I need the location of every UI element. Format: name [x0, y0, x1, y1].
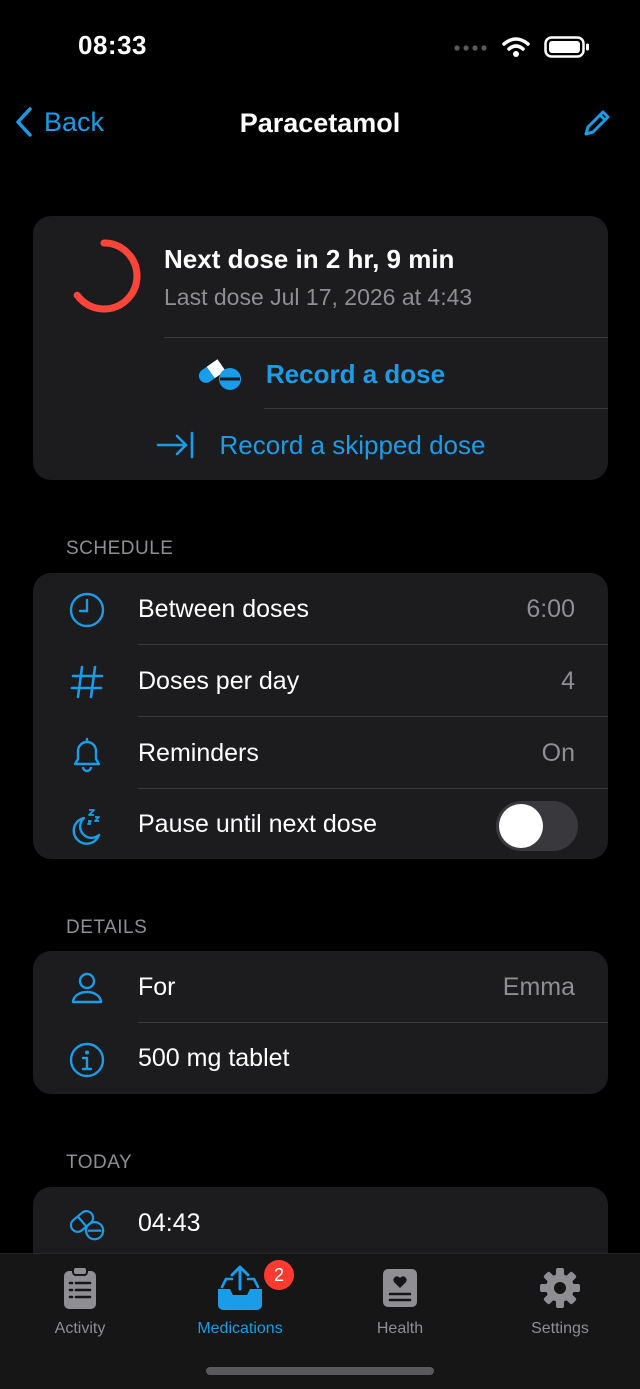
for-row[interactable]: For Emma — [33, 951, 608, 1023]
between-doses-value: 6:00 — [526, 594, 575, 623]
reminders-row[interactable]: Reminders On — [33, 717, 608, 789]
sleep-moon-icon — [67, 806, 107, 846]
between-doses-label: Between doses — [138, 594, 309, 623]
medications-badge: 2 — [264, 1260, 294, 1290]
next-dose-card: Next dose in 2 hr, 9 min Last dose Jul 1… — [33, 216, 608, 480]
dosage-label: 500 mg tablet — [138, 1044, 290, 1072]
home-indicator — [206, 1367, 434, 1375]
battery-icon — [544, 36, 589, 58]
dose-progress-ring — [67, 239, 141, 313]
details-card: For Emma 500 mg tablet — [33, 951, 608, 1094]
wifi-icon — [502, 37, 530, 57]
last-dose-text: Last dose Jul 17, 2026 at 4:43 — [164, 284, 473, 310]
tab-settings[interactable]: Settings — [480, 1264, 640, 1338]
status-icons — [454, 36, 590, 58]
doses-per-day-value: 4 — [561, 666, 575, 695]
health-record-icon — [382, 1264, 418, 1312]
pencil-icon — [584, 110, 610, 136]
pause-toggle[interactable] — [496, 801, 578, 851]
for-value: Emma — [502, 972, 575, 1001]
record-skipped-dose-button[interactable]: Record a skipped dose — [33, 410, 608, 480]
doses-per-day-row[interactable]: Doses per day 4 — [33, 645, 608, 717]
info-icon — [67, 1040, 107, 1080]
gear-icon — [539, 1264, 581, 1312]
record-dose-label: Record a dose — [265, 358, 446, 389]
pause-label: Pause until next dose — [138, 809, 378, 838]
tab-activity[interactable]: Activity — [0, 1264, 160, 1338]
tab-health-label: Health — [376, 1320, 424, 1337]
for-label: For — [138, 972, 176, 1001]
tab-medications[interactable]: 2 Medications — [160, 1260, 320, 1338]
bell-icon — [67, 734, 107, 774]
details-header: DETAILS — [66, 917, 148, 938]
clipboard-icon — [63, 1264, 97, 1312]
next-dose-text: Next dose in 2 hr, 9 min — [164, 244, 455, 274]
status-bar: 08:33 — [0, 0, 640, 96]
doses-per-day-label: Doses per day — [138, 666, 300, 695]
tab-settings-label: Settings — [531, 1320, 589, 1337]
inbox-upload-icon: 2 — [216, 1260, 294, 1312]
between-doses-row[interactable]: Between doses 6:00 — [33, 573, 608, 645]
page-title: Paracetamol — [239, 108, 401, 138]
today-header: TODAY — [66, 1152, 133, 1173]
skip-arrow-icon — [156, 431, 193, 459]
signal-icon — [454, 45, 487, 51]
record-skipped-label: Record a skipped dose — [219, 429, 486, 460]
divider — [264, 408, 608, 409]
record-dose-button[interactable]: Record a dose — [33, 338, 608, 410]
tab-medications-label: Medications — [197, 1320, 283, 1337]
today-dose-row[interactable]: 04:43 — [33, 1187, 608, 1259]
hash-icon — [67, 662, 107, 702]
pills-icon — [67, 1204, 107, 1244]
schedule-header: SCHEDULE — [66, 538, 174, 559]
person-icon — [67, 968, 107, 1008]
reminders-value: On — [541, 738, 575, 767]
toggle-knob — [499, 804, 543, 848]
tab-bar: Activity 2 Medications Health Settings — [0, 1253, 640, 1389]
edit-button[interactable] — [582, 108, 612, 143]
tab-activity-label: Activity — [54, 1320, 106, 1337]
tab-health[interactable]: Health — [320, 1264, 480, 1338]
status-time: 08:33 — [78, 30, 147, 60]
schedule-card: Between doses 6:00 Doses per day 4 Remin… — [33, 573, 608, 859]
pills-icon — [198, 359, 241, 390]
clock-icon — [67, 590, 107, 630]
dosage-row[interactable]: 500 mg tablet — [33, 1023, 608, 1094]
today-dose-time: 04:43 — [138, 1208, 201, 1237]
reminders-label: Reminders — [138, 738, 259, 767]
pause-row: Pause until next dose — [33, 789, 608, 859]
navigation-bar: Back Paracetamol — [0, 96, 640, 156]
